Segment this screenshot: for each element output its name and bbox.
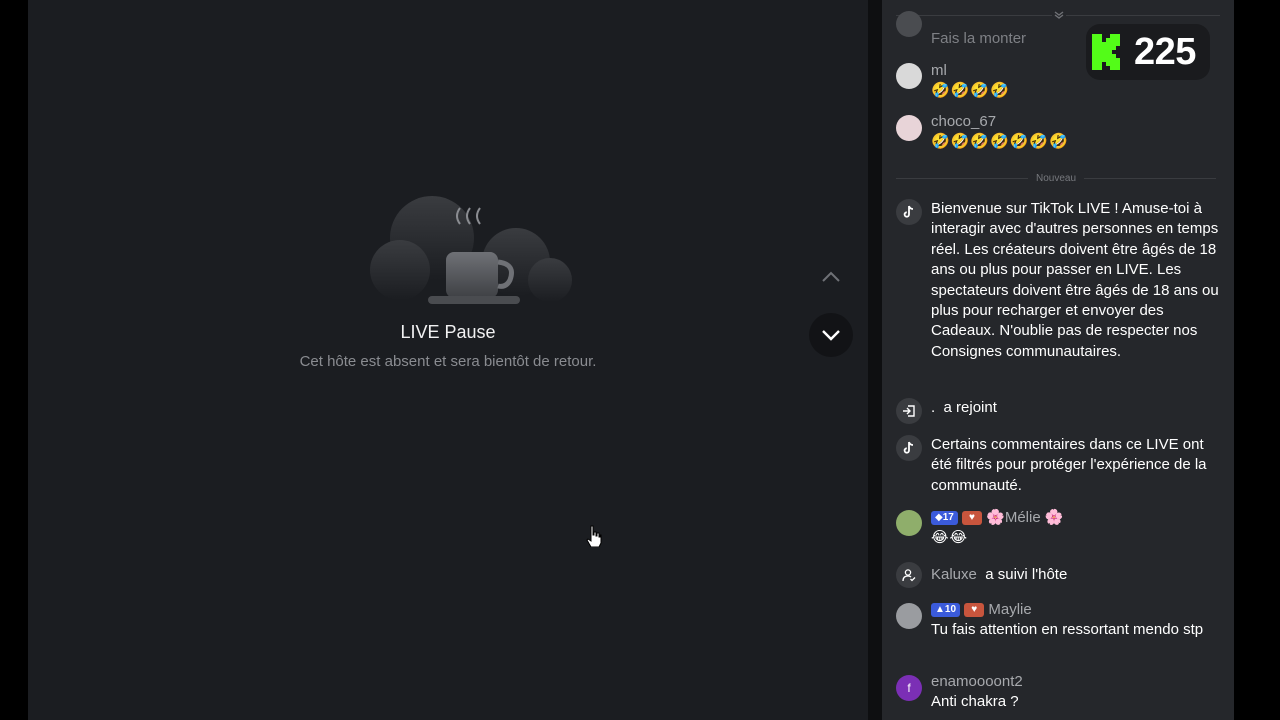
avatar[interactable]: f — [896, 675, 922, 701]
system-message-follow: Kaluxe a suivi l'hôte — [896, 562, 1222, 588]
follow-user[interactable]: Kaluxe — [931, 566, 977, 583]
level-badge: ◆17 — [931, 511, 958, 525]
chat-message: choco_67 🤣🤣🤣🤣🤣🤣🤣 — [896, 112, 1222, 153]
welcome-text: Bienvenue sur TikTok LIVE ! Amuse-toi à … — [931, 200, 1219, 360]
chat-text: 🤣🤣🤣🤣🤣🤣🤣 — [931, 133, 1069, 151]
chat-text: 🤣🤣🤣🤣 — [931, 82, 1010, 100]
new-messages-separator: Nouveau — [896, 171, 1216, 185]
avatar[interactable] — [896, 603, 922, 629]
system-message-joined: . a rejoint — [896, 398, 1222, 424]
next-live-button[interactable] — [809, 313, 853, 357]
window-edge — [1234, 0, 1280, 720]
previous-live-button[interactable] — [809, 255, 853, 299]
filtered-text: Certains commentaires dans ce LIVE ont é… — [931, 436, 1207, 494]
hand-cursor-icon — [586, 525, 602, 547]
chat-message: ▲10 ♥ Maylie Tu fais attention en ressor… — [896, 600, 1222, 641]
pause-subtitle: Cet hôte est absent et sera bientôt de r… — [299, 353, 597, 370]
enter-icon — [896, 398, 922, 424]
chat-username[interactable]: enamoooont2 — [931, 672, 1222, 692]
level-badge: ▲10 — [931, 603, 961, 617]
separator-label: Nouveau — [1035, 172, 1077, 184]
avatar[interactable] — [896, 63, 922, 89]
chat-text: Tu fais attention en ressortant mendo st… — [931, 621, 1204, 639]
chat-message: ◆17 ♥ 🌸Mélie 🌸 😂😂 — [896, 508, 1222, 549]
joined-action: a rejoint — [943, 399, 997, 416]
avatar[interactable] — [896, 510, 922, 536]
chevron-down-icon — [822, 330, 840, 341]
follow-action: a suivi l'hôte — [985, 566, 1068, 583]
viewer-count: 225 — [1134, 30, 1196, 73]
pause-title: LIVE Pause — [400, 322, 496, 342]
panel-divider — [868, 0, 882, 720]
chevron-up-icon — [822, 271, 840, 282]
chat-text: 😂😂 — [931, 529, 969, 547]
tiktok-icon — [896, 199, 922, 225]
chat-username[interactable]: 🌸Mélie 🌸 — [986, 509, 1063, 526]
fan-badge: ♥ — [964, 603, 985, 617]
viewer-count-overlay: 225 — [1086, 24, 1210, 80]
chat-username[interactable]: Maylie — [988, 601, 1031, 618]
kick-logo-icon — [1092, 34, 1120, 70]
chat-panel[interactable]: Fais la monter ml 🤣🤣🤣🤣 choco_67 🤣🤣🤣🤣🤣🤣🤣 … — [882, 0, 1234, 720]
avatar[interactable] — [896, 115, 922, 141]
system-message-welcome: Bienvenue sur TikTok LIVE ! Amuse-toi à … — [896, 199, 1222, 362]
chat-message: f enamoooont2 Anti chakra ? — [896, 672, 1222, 713]
coffee-cup-icon — [370, 196, 572, 304]
scroll-more-icon[interactable] — [1052, 7, 1066, 23]
follow-icon — [896, 562, 922, 588]
chat-text: Anti chakra ? — [931, 693, 1019, 711]
live-stage: LIVE Pause Cet hôte est absent et sera b… — [28, 0, 868, 720]
system-message-filtered: Certains commentaires dans ce LIVE ont é… — [896, 435, 1222, 496]
joined-user[interactable]: . — [931, 399, 935, 416]
avatar[interactable] — [896, 11, 922, 37]
chat-username[interactable]: choco_67 — [931, 112, 1222, 132]
fan-badge: ♥ — [962, 511, 982, 525]
tiktok-icon — [896, 435, 922, 461]
